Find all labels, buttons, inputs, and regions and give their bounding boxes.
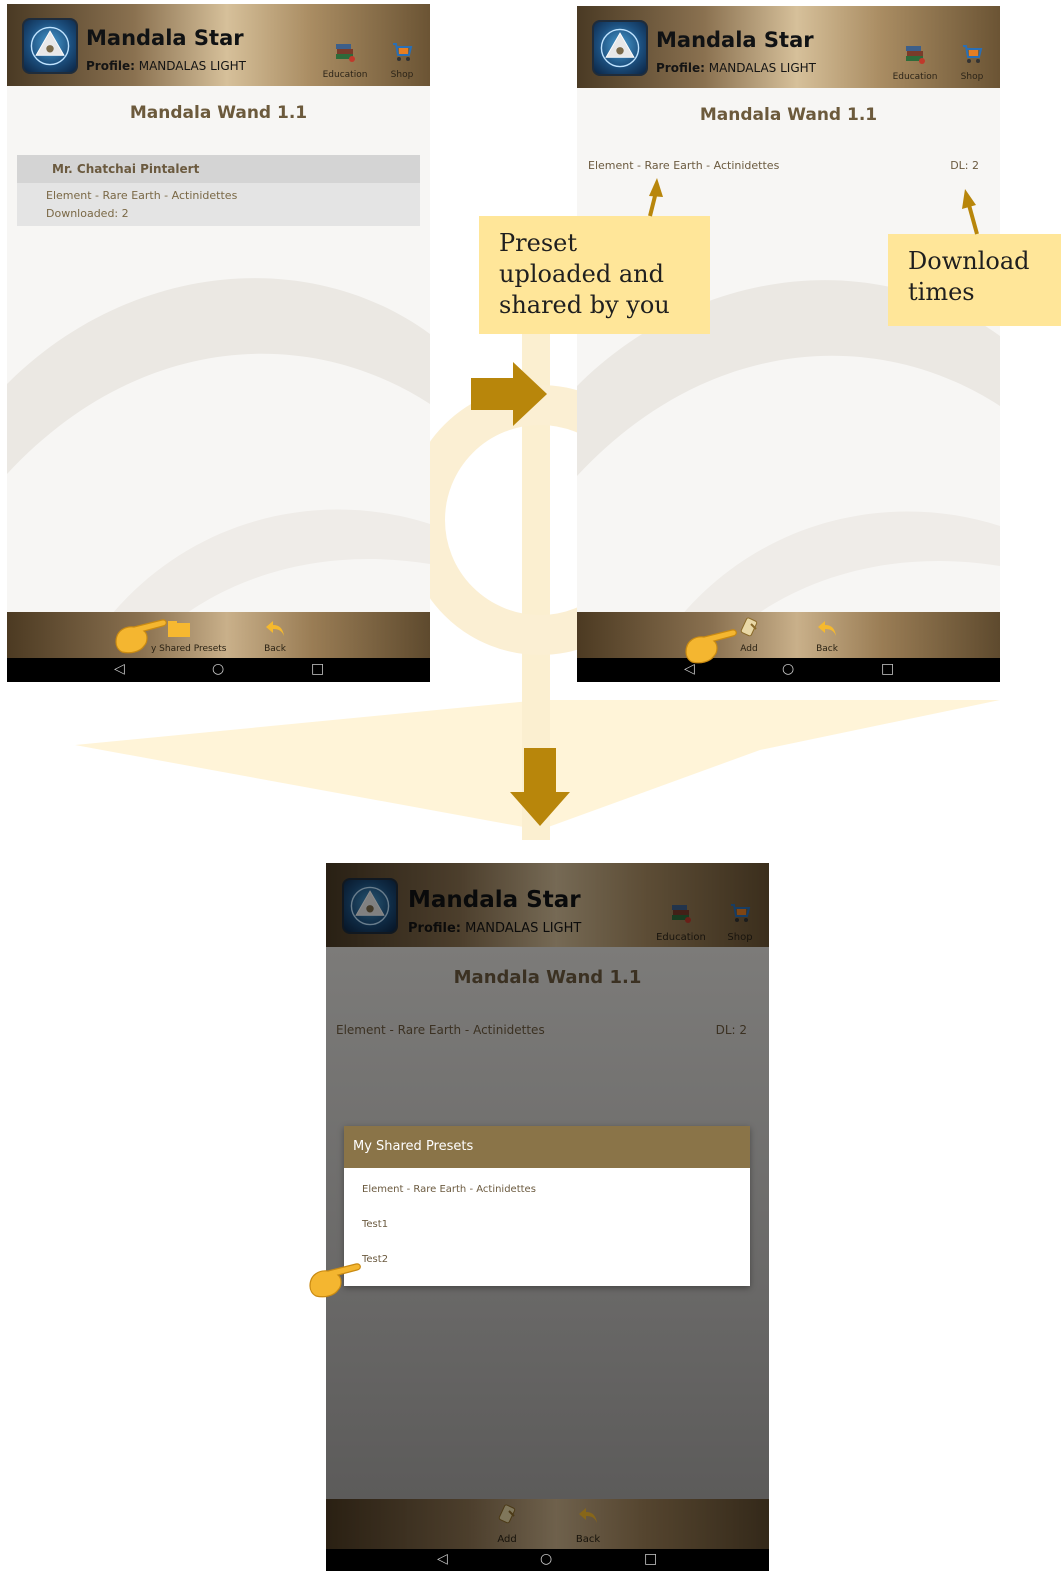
profile-label: Profile:: [86, 59, 135, 73]
dialog-title-bar: My Shared Presets: [344, 1126, 750, 1168]
back-button[interactable]: Back: [257, 616, 293, 658]
back-button[interactable]: Back: [809, 616, 845, 658]
pointing-hand-icon: [309, 1263, 361, 1298]
downloaded-count: Downloaded: 2: [46, 207, 129, 220]
education-button[interactable]: Education: [890, 42, 940, 86]
app-title: Mandala Star: [86, 26, 244, 50]
app-header: Mandala Star Profile: MANDALAS LIGHT Edu…: [7, 4, 430, 86]
download-count: DL: 2: [715, 1023, 747, 1037]
pointing-hand-icon: [685, 629, 737, 664]
logo-icon: [592, 20, 648, 76]
profile-value: MANDALAS LIGHT: [708, 61, 816, 75]
bottom-toolbar: Add Back: [326, 1499, 769, 1549]
android-nav-bar: ◁ ○ □: [7, 658, 430, 682]
add-icon: [740, 617, 758, 637]
app-title: Mandala Star: [408, 887, 581, 913]
logo-icon: [342, 878, 398, 934]
education-button[interactable]: Education: [654, 901, 708, 945]
screen-1-browse-presets: Mandala Star Profile: MANDALAS LIGHT Edu…: [7, 4, 430, 682]
preset-list-item[interactable]: Element - Rare Earth - Actinidettes Down…: [17, 183, 420, 226]
nav-home-icon[interactable]: ○: [212, 661, 224, 677]
nav-back-icon[interactable]: ◁: [437, 1551, 448, 1567]
android-nav-bar: ◁ ○ □: [326, 1549, 769, 1571]
nav-home-icon[interactable]: ○: [540, 1551, 552, 1567]
shop-icon: [393, 43, 413, 61]
android-nav-bar: ◁ ○ □: [577, 658, 1000, 682]
app-header: Mandala Star Profile: MANDALAS LIGHT Edu…: [577, 6, 1000, 88]
nav-recents-icon[interactable]: □: [311, 661, 324, 677]
shared-presets-dialog: My Shared Presets Element - Rare Earth -…: [344, 1126, 750, 1286]
group-header-label: Mr. Chatchai Pintalert: [52, 162, 200, 176]
shop-button[interactable]: Shop: [954, 42, 990, 86]
shop-icon: [731, 904, 751, 922]
preset-group-header[interactable]: Mr. Chatchai Pintalert: [17, 155, 420, 183]
page-title: Mandala Wand 1.1: [129, 103, 308, 123]
dialog-item-test1[interactable]: Test1: [344, 1212, 750, 1242]
page-title: Mandala Wand 1.1: [453, 967, 642, 988]
add-icon: [498, 1504, 516, 1524]
callout-preset-uploaded: Preset uploaded and shared by you: [479, 216, 710, 334]
profile-label: Profile:: [408, 921, 461, 936]
folder-icon: [168, 621, 190, 637]
dialog-title: My Shared Presets: [353, 1139, 474, 1154]
shared-preset-row[interactable]: Element - Rare Earth - Actinidettes DL: …: [577, 156, 1000, 178]
education-icon: [672, 905, 691, 923]
profile-line: Profile: MANDALAS LIGHT: [86, 59, 246, 73]
education-icon: [906, 46, 925, 64]
dialog-item-actinidettes[interactable]: Element - Rare Earth - Actinidettes: [344, 1176, 750, 1206]
profile-label: Profile:: [656, 61, 705, 75]
education-button[interactable]: Education: [320, 40, 370, 84]
right-arrow-icon: [471, 362, 547, 426]
education-icon: [336, 44, 355, 62]
nav-home-icon[interactable]: ○: [782, 661, 794, 677]
back-icon: [818, 621, 836, 636]
profile-value: MANDALAS LIGHT: [465, 921, 582, 936]
dialog-item-test2[interactable]: Test2: [344, 1248, 750, 1278]
bottom-toolbar: y Shared Presets Back: [7, 612, 430, 658]
profile-line: Profile: MANDALAS LIGHT: [656, 61, 816, 75]
logo-icon: [22, 18, 78, 74]
page-title: Mandala Wand 1.1: [699, 105, 878, 125]
shop-button[interactable]: Shop: [720, 901, 760, 945]
screen-2-my-shared-presets: Mandala Star Profile: MANDALAS LIGHT Edu…: [577, 6, 1000, 682]
back-button[interactable]: Back: [569, 1503, 607, 1547]
back-icon: [266, 621, 284, 636]
shop-icon: [963, 45, 983, 63]
profile-value: MANDALAS LIGHT: [138, 59, 246, 73]
screen-3-preset-dialog: Mandala Star Profile: MANDALAS LIGHT Edu…: [326, 863, 769, 1571]
preset-name: Element - Rare Earth - Actinidettes: [46, 189, 238, 202]
nav-recents-icon[interactable]: □: [644, 1551, 657, 1567]
preset-name: Element - Rare Earth - Actinidettes: [336, 1023, 545, 1037]
shop-button[interactable]: Shop: [384, 40, 420, 84]
callout-download-times: Download times: [888, 234, 1061, 326]
preset-name: Element - Rare Earth - Actinidettes: [588, 159, 780, 172]
pointing-hand-icon: [115, 619, 167, 654]
add-button[interactable]: Add: [488, 1503, 526, 1547]
profile-line: Profile: MANDALAS LIGHT: [408, 921, 581, 936]
nav-recents-icon[interactable]: □: [881, 661, 894, 677]
back-icon: [579, 1508, 597, 1523]
bottom-toolbar: Add Back: [577, 612, 1000, 658]
app-header: Mandala Star Profile: MANDALAS LIGHT Edu…: [326, 863, 769, 947]
nav-back-icon[interactable]: ◁: [114, 661, 125, 677]
download-count: DL: 2: [950, 159, 979, 172]
down-arrow-icon: [510, 748, 570, 826]
app-title: Mandala Star: [656, 28, 814, 52]
